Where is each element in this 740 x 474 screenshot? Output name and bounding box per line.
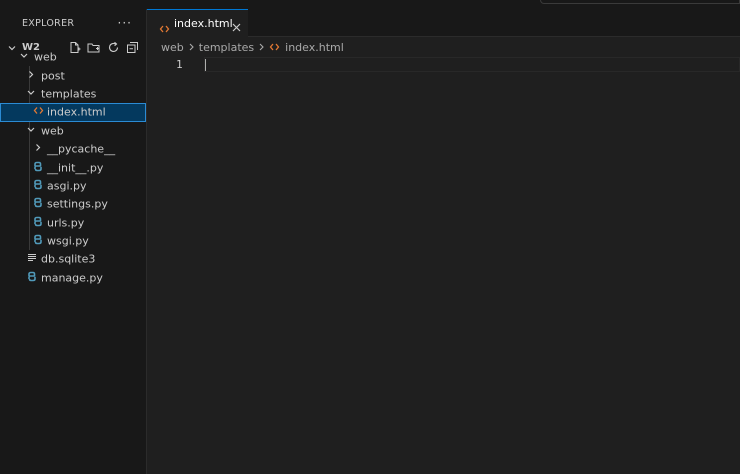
python-file-icon (33, 234, 43, 248)
tree-item-label: __pycache__ (47, 142, 116, 156)
tree-item-wsgi-py[interactable]: wsgi.py (0, 232, 146, 250)
tree-item-pycache[interactable]: __pycache__ (0, 140, 146, 158)
breadcrumb-item-web[interactable]: web (161, 41, 184, 54)
tree-item-label: index.html (47, 105, 106, 119)
tree-item-label: templates (41, 87, 97, 101)
tree-item-label: post (41, 69, 65, 83)
python-file-icon (33, 179, 43, 192)
tree-item-asgi-py[interactable]: asgi.py (0, 177, 146, 195)
tree-item-label: settings.py (47, 197, 108, 211)
chevron-right-icon (257, 42, 266, 52)
tree-item-label: urls.py (47, 216, 85, 230)
python-file-icon (33, 216, 43, 229)
tree-item-post[interactable]: post (0, 66, 146, 84)
python-file-icon (27, 271, 37, 284)
editor-tab-bar: index.html (147, 9, 740, 37)
tree-item-index-html[interactable]: index.html (0, 103, 146, 122)
tab-index-html[interactable]: index.html (147, 9, 248, 37)
tree-item-init-py[interactable]: __init__.py (0, 158, 146, 176)
line-number: 1 (176, 58, 183, 71)
html-file-icon (33, 106, 44, 119)
explorer-header: EXPLORER ··· (0, 9, 146, 37)
command-center-edge[interactable] (540, 0, 740, 4)
chevron-right-icon[interactable] (26, 69, 36, 82)
tab-label: index.html (174, 17, 233, 30)
file-lines-icon (27, 253, 37, 266)
tree-item-settings-py[interactable]: settings.py (0, 195, 146, 213)
text-cursor (205, 59, 206, 71)
current-line-highlight[interactable] (204, 57, 740, 72)
breadcrumb-item-file[interactable]: index.html (285, 41, 344, 54)
html-file-icon (269, 42, 280, 52)
explorer-title: EXPLORER (22, 17, 75, 29)
tree-item-db-sqlite3[interactable]: db.sqlite3 (0, 250, 146, 268)
chevron-down-icon[interactable] (26, 87, 36, 100)
close-icon[interactable] (231, 18, 242, 37)
file-tree: web post templates index.html web __pyca… (0, 48, 146, 287)
breadcrumb: web templates index.html (161, 39, 344, 55)
breadcrumb-item-templates[interactable]: templates (199, 41, 254, 54)
tree-item-templates[interactable]: templates (0, 85, 146, 103)
tree-item-web[interactable]: web (0, 48, 146, 66)
tree-item-label: wsgi.py (47, 234, 89, 248)
chevron-down-icon[interactable] (19, 51, 29, 64)
tree-item-urls-py[interactable]: urls.py (0, 214, 146, 232)
tree-item-web-inner[interactable]: web (0, 122, 146, 140)
tree-item-label: asgi.py (47, 179, 87, 193)
chevron-right-icon (187, 42, 196, 52)
python-file-icon (33, 161, 43, 174)
tree-item-label: __init__.py (47, 161, 104, 175)
tree-item-manage-py[interactable]: manage.py (0, 269, 146, 287)
tree-item-label: db.sqlite3 (41, 252, 96, 266)
tree-item-label: manage.py (41, 271, 103, 285)
python-file-icon (33, 198, 43, 211)
tree-item-label: web (34, 50, 57, 64)
html-file-icon (159, 19, 170, 38)
chevron-right-icon[interactable] (33, 143, 43, 156)
chevron-down-icon[interactable] (26, 124, 36, 137)
title-bar-strip (0, 0, 740, 9)
more-actions-icon[interactable]: ··· (118, 16, 132, 30)
tree-item-label: web (41, 124, 64, 138)
